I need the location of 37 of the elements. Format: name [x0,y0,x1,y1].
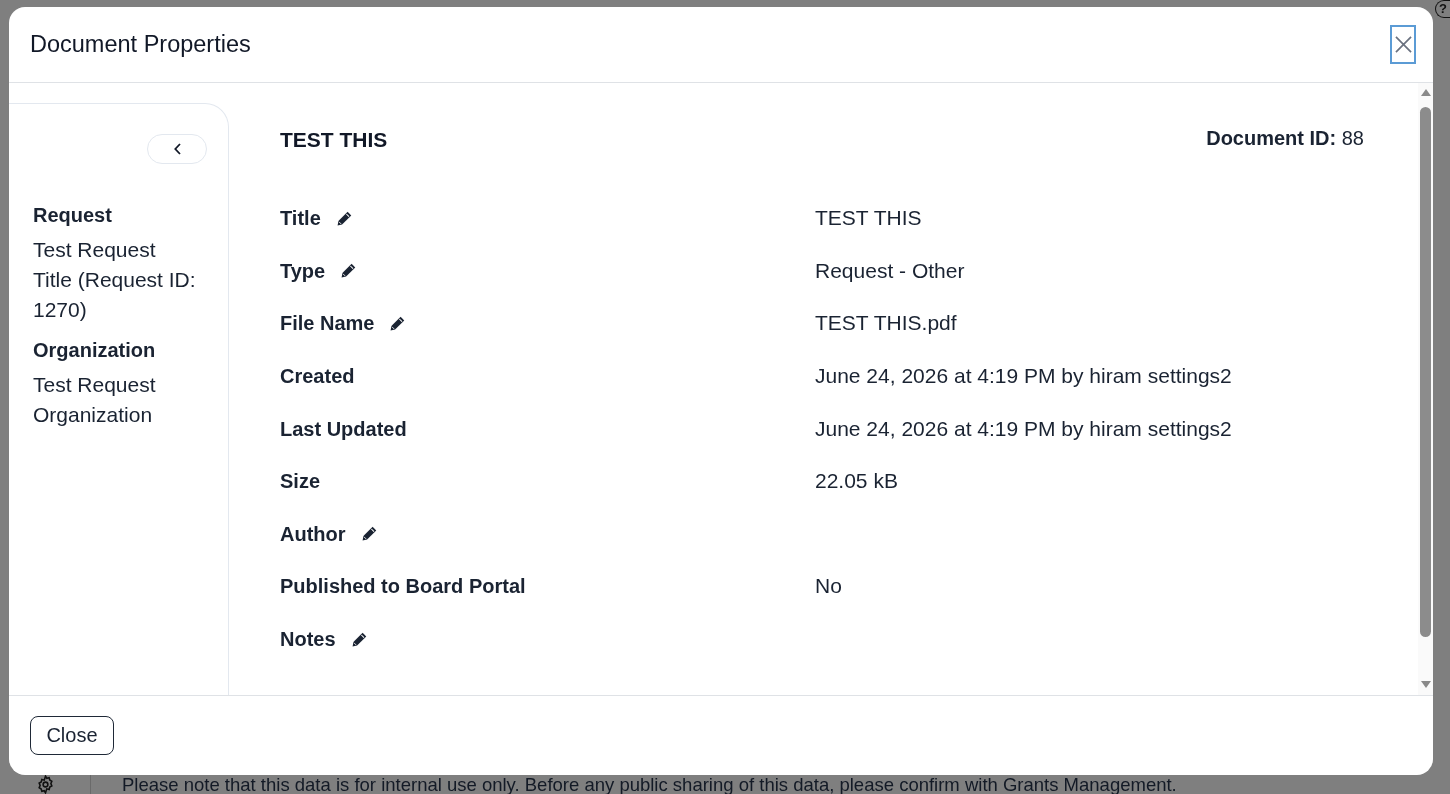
field-label: Created [280,364,355,390]
field-value: TEST THIS [815,205,923,232]
field-label: Title [280,206,321,232]
section-label: Organization [33,338,157,363]
field-value: 22.05 kB [815,468,899,495]
document-id: Document ID: 88 [1206,126,1364,150]
notice-text: Please note that this data is for internal use only. Before any public sharing of this data, please confirm with Grants Management. [122,775,1177,794]
field-label: Notes [280,627,336,653]
section-value: Test Request Organization [33,372,157,428]
field-label: File Name [280,311,375,337]
field-label: Type [280,258,326,284]
pencil-icon[interactable] [336,210,352,226]
pencil-icon[interactable] [351,631,367,647]
pencil-icon[interactable] [341,263,357,279]
field-value: June 24, 2026 at 4:19 PM by hiram settings2 [815,363,1233,390]
document-heading: TEST THIS [280,128,388,152]
field-value: June 24, 2026 at 4:19 PM by hiram settings2 [815,415,1233,442]
chevron-left-icon [173,143,181,155]
settings-icon[interactable] [36,775,55,794]
field-value: No [815,573,843,600]
field-value: Request - Other [815,257,966,284]
scroll-thumb[interactable] [1420,107,1431,637]
dialog-close-button[interactable] [1390,25,1416,64]
field-label: Size [280,469,321,495]
pencil-icon[interactable] [390,316,406,331]
field-label: Last Updated [280,416,407,442]
section-label: Request [33,203,113,228]
field-value: TEST THIS.pdf [815,310,958,337]
field-label: Author [280,521,346,547]
scroll-up-icon[interactable] [1420,89,1431,96]
pencil-icon[interactable] [361,526,377,542]
field-label: Published to Board Portal [280,574,526,600]
close-button[interactable]: Close [30,716,114,755]
dialog-title: Document Properties [30,31,251,58]
section-value: Test Request Title (Request ID: 1270) [33,237,197,323]
close-icon [1394,36,1412,53]
scroll-down-icon[interactable] [1420,681,1431,688]
